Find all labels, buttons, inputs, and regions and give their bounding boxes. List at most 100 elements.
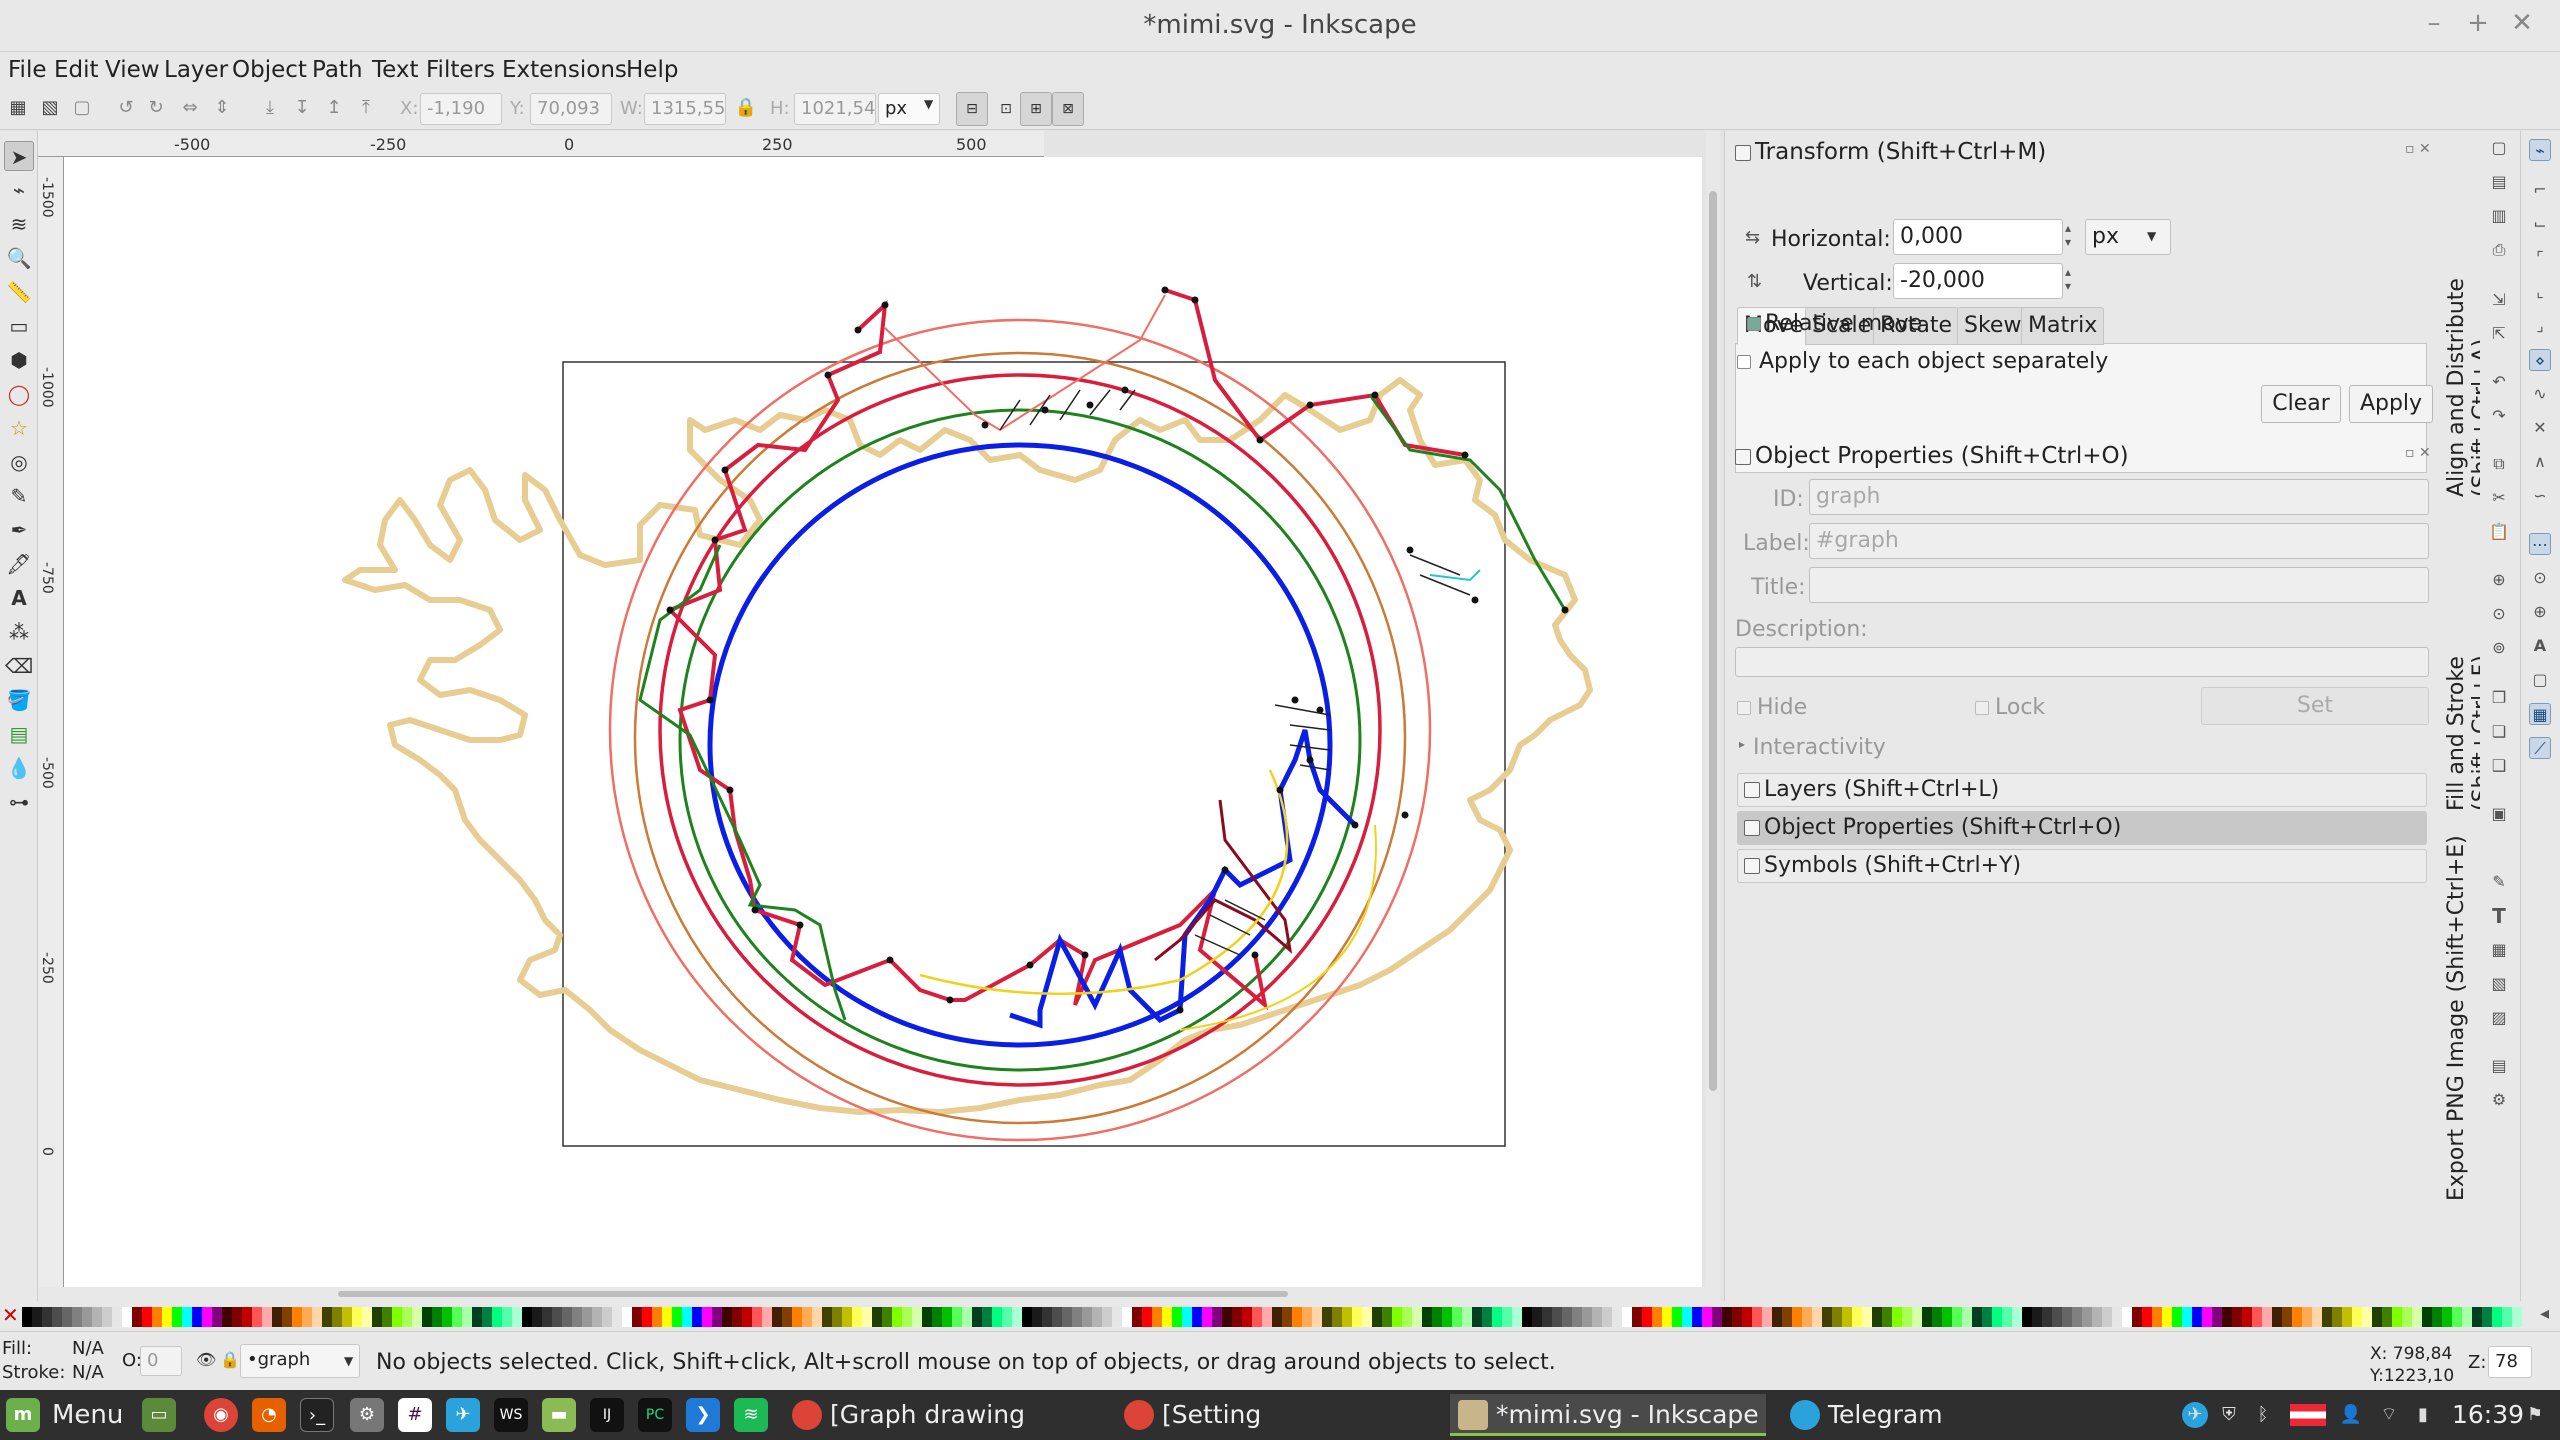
palette-swatch[interactable]	[442, 1307, 452, 1327]
palette-swatch[interactable]	[952, 1307, 962, 1327]
palette-swatch[interactable]	[1972, 1307, 1982, 1327]
paste-icon[interactable]: 📋	[2488, 521, 2510, 543]
spotify-icon[interactable]: ≋	[734, 1398, 768, 1432]
palette-swatch[interactable]	[2412, 1307, 2422, 1327]
palette-swatch[interactable]	[2202, 1307, 2212, 1327]
palette-swatch[interactable]	[82, 1307, 92, 1327]
fill-stroke-icon[interactable]: ✎	[2488, 871, 2510, 893]
palette-swatch[interactable]	[1962, 1307, 1972, 1327]
user-icon[interactable]: 👤	[2338, 1402, 2364, 1428]
battery-icon[interactable]: ▮	[2410, 1402, 2436, 1428]
palette-swatch[interactable]	[362, 1307, 372, 1327]
move-patterns-toggle[interactable]: ⊠	[1052, 92, 1084, 126]
palette-swatch[interactable]	[1832, 1307, 1842, 1327]
description-field[interactable]	[1735, 647, 2429, 677]
menu-view[interactable]: View	[99, 52, 166, 88]
shield-icon[interactable]: ⛨	[2216, 1402, 2242, 1428]
palette-swatch[interactable]	[2502, 1307, 2512, 1327]
palette-swatch[interactable]	[1852, 1307, 1862, 1327]
palette-swatch[interactable]	[1732, 1307, 1742, 1327]
unlink-clone-icon[interactable]: ❑	[2488, 755, 2510, 777]
text-tool-icon[interactable]: A	[4, 583, 34, 613]
palette-swatch[interactable]	[1542, 1307, 1552, 1327]
tab-matrix[interactable]: Matrix	[2021, 307, 2105, 345]
palette-swatch[interactable]	[2342, 1307, 2352, 1327]
task-setting-background[interactable]: [Setting background ...	[1116, 1394, 1416, 1436]
scale-corners-toggle[interactable]: ⊡	[990, 92, 1022, 126]
lower-icon[interactable]: ↧	[290, 96, 314, 120]
palette-swatch[interactable]	[1322, 1307, 1332, 1327]
palette-swatch[interactable]	[2172, 1307, 2182, 1327]
palette-swatch[interactable]	[662, 1307, 672, 1327]
lower-bottom-icon[interactable]: ⤓	[258, 96, 282, 120]
palette-swatch[interactable]	[762, 1307, 772, 1327]
palette-swatch[interactable]	[1212, 1307, 1222, 1327]
palette-swatch[interactable]	[262, 1307, 272, 1327]
palette-swatch[interactable]	[1822, 1307, 1832, 1327]
snap-intersection-icon[interactable]: ✕	[2529, 417, 2551, 439]
palette-swatch[interactable]	[1862, 1307, 1872, 1327]
palette-swatch[interactable]	[1292, 1307, 1302, 1327]
clone-icon[interactable]: ❏	[2488, 721, 2510, 743]
spray-tool-icon[interactable]: ⁂	[4, 617, 34, 647]
palette-swatch[interactable]	[1942, 1307, 1952, 1327]
spiral-tool-icon[interactable]: ◎	[4, 447, 34, 477]
palette-swatch[interactable]	[2372, 1307, 2382, 1327]
palette-swatch[interactable]	[2242, 1307, 2252, 1327]
palette-swatch[interactable]	[732, 1307, 742, 1327]
mint-menu-icon[interactable]: m	[6, 1398, 40, 1432]
snap-bbox-corner-icon[interactable]: ⌜	[2529, 247, 2551, 269]
palette-swatch[interactable]	[2382, 1307, 2392, 1327]
palette-swatch[interactable]	[1662, 1307, 1672, 1327]
palette-swatch[interactable]	[352, 1307, 362, 1327]
scale-stroke-toggle[interactable]: ⊟	[956, 92, 988, 126]
palette-swatch[interactable]	[1742, 1307, 1752, 1327]
palette-swatch[interactable]	[962, 1307, 972, 1327]
menu-help[interactable]: Help	[620, 52, 684, 88]
layer-select[interactable]: •graph	[240, 1344, 360, 1378]
snap-cusp-icon[interactable]: ∧	[2529, 451, 2551, 473]
palette-swatch[interactable]	[622, 1307, 632, 1327]
snap-enable-icon[interactable]: ⌁	[2529, 139, 2551, 161]
raise-icon[interactable]: ↥	[322, 96, 346, 120]
palette-swatch[interactable]	[982, 1307, 992, 1327]
palette-swatch[interactable]	[592, 1307, 602, 1327]
palette-swatch[interactable]	[862, 1307, 872, 1327]
palette-swatch[interactable]	[1222, 1307, 1232, 1327]
palette-swatch[interactable]	[92, 1307, 102, 1327]
palette-swatch[interactable]	[1412, 1307, 1422, 1327]
palette-swatch[interactable]	[2452, 1307, 2462, 1327]
palette-swatch[interactable]	[992, 1307, 1002, 1327]
vertical-field[interactable]: -20,000	[1893, 263, 2063, 299]
wifi-icon[interactable]: ⌔	[2376, 1402, 2402, 1428]
zoom-drawing-icon[interactable]: ⊙	[2488, 603, 2510, 625]
palette-swatch[interactable]	[2512, 1307, 2522, 1327]
palette-swatch[interactable]	[1682, 1307, 1692, 1327]
palette-swatch[interactable]	[672, 1307, 682, 1327]
palette-swatch[interactable]	[602, 1307, 612, 1327]
palette-swatch[interactable]	[1522, 1307, 1532, 1327]
color-palette[interactable]: ✕ ◂	[0, 1301, 2560, 1331]
palette-swatch[interactable]	[1252, 1307, 1262, 1327]
palette-swatch[interactable]	[842, 1307, 852, 1327]
w-field[interactable]: 1315,55	[644, 93, 726, 125]
palette-swatch[interactable]	[432, 1307, 442, 1327]
palette-swatch[interactable]	[62, 1307, 72, 1327]
palette-swatch[interactable]	[42, 1307, 52, 1327]
palette-swatch[interactable]	[1062, 1307, 1072, 1327]
palette-swatch[interactable]	[1042, 1307, 1052, 1327]
panel-close-icon[interactable]: ▫ ✕	[2405, 445, 2431, 461]
palette-swatch[interactable]	[1702, 1307, 1712, 1327]
vertical-scrollbar[interactable]	[1706, 131, 1720, 1301]
telegram-tray-icon[interactable]: ✈	[2182, 1402, 2208, 1428]
set-button[interactable]: Set	[2201, 687, 2429, 725]
hide-checkbox[interactable]	[1737, 701, 1751, 715]
palette-swatch[interactable]	[1372, 1307, 1382, 1327]
ellipse-tool-icon[interactable]: ◯	[4, 379, 34, 409]
palette-swatch[interactable]	[532, 1307, 542, 1327]
palette-swatch[interactable]	[1232, 1307, 1242, 1327]
palette-swatch[interactable]	[472, 1307, 482, 1327]
expander-icon[interactable]: ▸	[1739, 737, 1745, 751]
flip-horizontal-icon[interactable]: ⇔	[178, 96, 202, 120]
palette-swatch[interactable]	[1842, 1307, 1852, 1327]
